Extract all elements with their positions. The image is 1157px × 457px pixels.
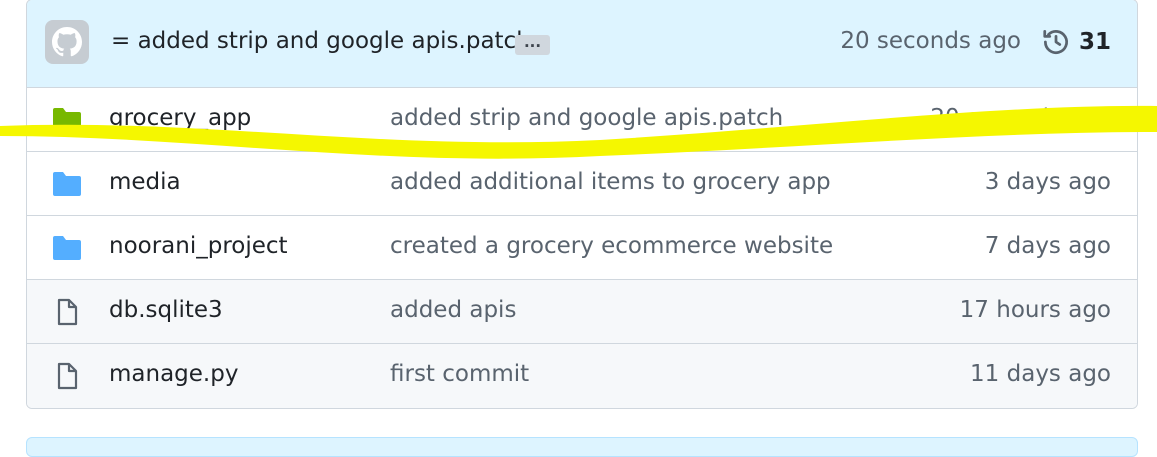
expand-commit-button[interactable]: ... [515, 35, 550, 55]
file-name-link[interactable]: grocery_app [109, 105, 251, 131]
latest-commit-time[interactable]: 20 seconds ago [840, 28, 1021, 54]
file-commit-message[interactable]: added additional items to grocery app [390, 169, 831, 195]
file-commit-message[interactable]: added strip and google apis.patch [390, 105, 783, 131]
latest-commit-message[interactable]: = added strip and google apis.patch [111, 28, 531, 54]
file-commit-time: 3 days ago [984, 169, 1111, 195]
file-row[interactable]: grocery_app added strip and google apis.p… [27, 88, 1137, 152]
file-list: grocery_app added strip and google apis.p… [27, 88, 1137, 408]
file-icon [57, 298, 78, 326]
file-commit-time: 17 hours ago [959, 297, 1111, 323]
folder-icon [53, 236, 81, 260]
file-name-link[interactable]: media [109, 169, 181, 195]
file-browser: = added strip and google apis.patch ... … [26, 0, 1138, 409]
latest-commit-bar: = added strip and google apis.patch ... … [27, 0, 1137, 88]
file-name-link[interactable]: db.sqlite3 [109, 297, 223, 323]
folder-icon [53, 108, 81, 132]
file-commit-message[interactable]: added apis [390, 297, 516, 323]
file-commit-message[interactable]: created a grocery ecommerce website [390, 233, 833, 259]
github-mark-icon [52, 27, 82, 57]
commit-history-link[interactable]: 31 [1041, 27, 1111, 57]
file-row[interactable]: media added additional items to grocery a… [27, 152, 1137, 216]
file-row[interactable]: noorani_project created a grocery ecommer… [27, 216, 1137, 280]
file-row[interactable]: manage.py first commit 11 days ago [27, 344, 1137, 408]
file-commit-time: 7 days ago [984, 233, 1111, 259]
file-commit-message[interactable]: first commit [390, 361, 529, 387]
commit-count: 31 [1078, 29, 1111, 55]
folder-icon [53, 172, 81, 196]
readme-box-edge [26, 437, 1138, 457]
file-row[interactable]: db.sqlite3 added apis 17 hours ago [27, 280, 1137, 344]
github-avatar-icon[interactable] [45, 20, 89, 64]
file-commit-time: 20 seconds ago [930, 105, 1111, 131]
file-commit-time: 11 days ago [970, 361, 1111, 387]
file-name-link[interactable]: noorani_project [109, 233, 288, 259]
file-name-link[interactable]: manage.py [109, 361, 238, 387]
history-icon [1043, 30, 1068, 54]
file-icon [57, 362, 78, 390]
